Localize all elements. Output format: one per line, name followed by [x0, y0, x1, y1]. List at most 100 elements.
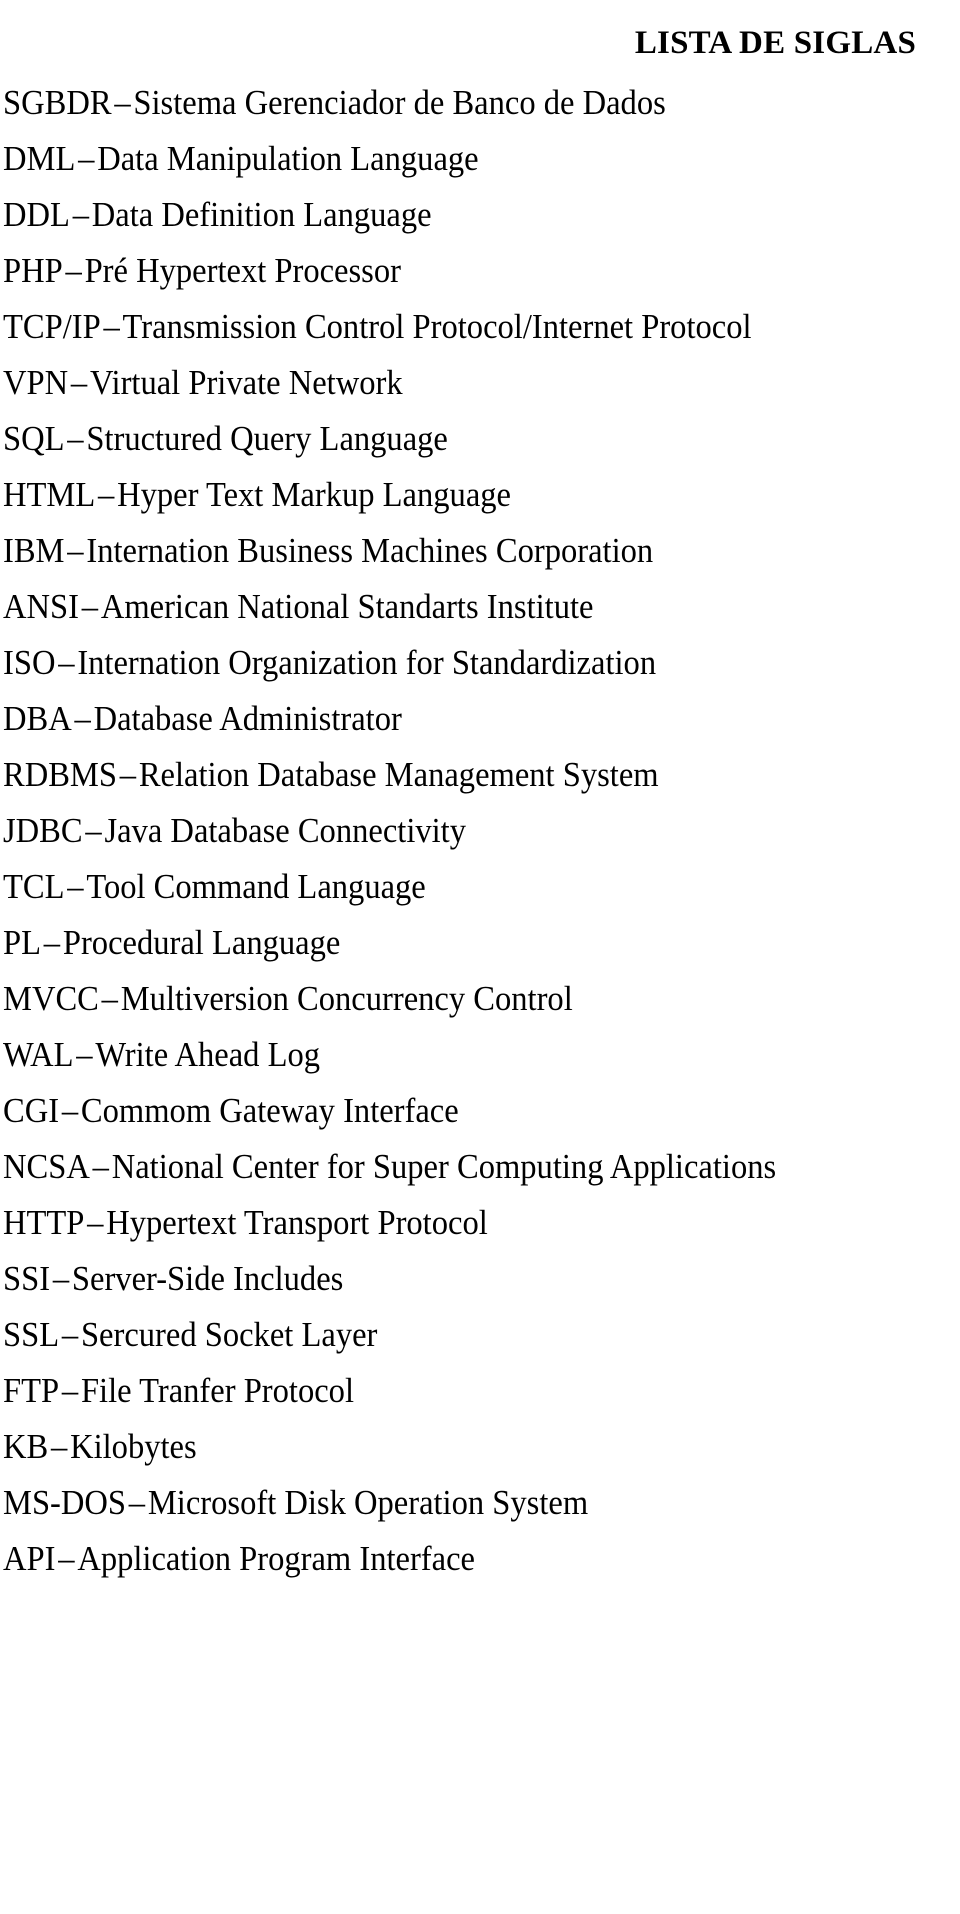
acronym-term: SSL — [3, 1315, 60, 1354]
acronym-term: WAL — [3, 1035, 74, 1074]
acronym-entry: WAL–Write Ahead Log — [3, 1027, 893, 1083]
acronym-term: PL — [3, 923, 41, 962]
acronym-entry: SQL–Structured Query Language — [3, 411, 893, 467]
acronym-separator-dash: – — [76, 1035, 93, 1074]
acronym-separator-dash: – — [58, 643, 75, 682]
acronym-entry: JDBC–Java Database Connectivity — [3, 803, 893, 859]
acronym-entry: HTTP–Hypertext Transport Protocol — [3, 1195, 893, 1251]
acronym-list: SGBDR–Sistema Gerenciador de Banco de Da… — [3, 75, 960, 1587]
acronym-separator-dash: – — [114, 83, 131, 122]
acronym-term: JDBC — [3, 811, 83, 850]
acronym-term: ANSI — [3, 587, 79, 626]
acronym-definition: Write Ahead Log — [95, 1035, 321, 1074]
acronym-separator-dash: – — [43, 923, 61, 962]
acronym-term: DML — [3, 139, 76, 178]
acronym-entry: KB–Kilobytes — [3, 1419, 893, 1475]
acronym-separator-dash: – — [61, 1091, 79, 1130]
acronym-term: FTP — [3, 1371, 60, 1410]
acronym-term: MS-DOS — [3, 1483, 127, 1522]
acronym-separator-dash: – — [67, 419, 84, 458]
acronym-entry: IBM–Internation Business Machines Corpor… — [3, 523, 893, 579]
acronym-separator-dash: – — [67, 867, 84, 906]
acronym-definition: Virtual Private Network — [89, 363, 403, 402]
acronym-entry: MS-DOS–Microsoft Disk Operation System — [3, 1475, 893, 1531]
acronym-definition: Internation Business Machines Corporatio… — [86, 531, 654, 570]
acronym-definition: Procedural Language — [62, 923, 341, 962]
acronym-definition: Data Definition Language — [91, 195, 432, 234]
acronym-definition: Microsoft Disk Operation System — [147, 1483, 589, 1522]
acronym-entry: SSL–Sercured Socket Layer — [3, 1307, 893, 1363]
acronym-term: IBM — [3, 531, 65, 570]
acronym-term: HTTP — [3, 1203, 85, 1242]
acronym-separator-dash: – — [87, 1203, 104, 1242]
acronym-separator-dash: – — [85, 811, 102, 850]
acronym-separator-dash: – — [61, 1371, 79, 1410]
acronym-definition: File Tranfer Protocol — [80, 1371, 355, 1410]
acronym-separator-dash: – — [70, 363, 88, 402]
acronym-term: VPN — [3, 363, 69, 402]
acronym-entry: TCP/IP–Transmission Control Protocol/Int… — [3, 299, 893, 355]
acronym-entry: PHP–Pré Hypertext Processor — [3, 243, 893, 299]
acronym-separator-dash: – — [61, 1315, 79, 1354]
acronym-separator-dash: – — [72, 195, 89, 234]
acronym-entry: VPN–Virtual Private Network — [3, 355, 893, 411]
acronym-term: KB — [3, 1427, 49, 1466]
acronym-definition: Application Program Interface — [77, 1539, 475, 1578]
acronym-definition: Hyper Text Markup Language — [117, 475, 511, 514]
acronym-definition: Internation Organization for Standardiza… — [77, 643, 657, 682]
acronym-definition: Commom Gateway Interface — [80, 1091, 459, 1130]
acronym-definition: Structured Query Language — [86, 419, 448, 458]
acronym-entry: CGI–Commom Gateway Interface — [3, 1083, 893, 1139]
acronym-definition: Relation Database Management System — [138, 755, 659, 794]
acronym-separator-dash: – — [98, 475, 115, 514]
acronym-term: ISO — [3, 643, 56, 682]
acronym-term: SQL — [3, 419, 65, 458]
acronym-definition: Hypertext Transport Protocol — [106, 1203, 488, 1242]
acronym-definition: National Center for Super Computing Appl… — [111, 1147, 777, 1186]
acronym-entry: NCSA–National Center for Super Computing… — [3, 1139, 893, 1195]
acronym-entry: TCL–Tool Command Language — [3, 859, 893, 915]
acronym-separator-dash: – — [74, 699, 91, 738]
acronym-definition: Tool Command Language — [86, 867, 426, 906]
acronym-definition: Database Administrator — [93, 699, 402, 738]
acronym-term: TCP/IP — [3, 307, 101, 346]
acronym-separator-dash: – — [58, 1539, 75, 1578]
acronym-separator-dash: – — [92, 1147, 109, 1186]
acronym-separator-dash: – — [81, 587, 99, 626]
acronym-entry: MVCC–Multiversion Concurrency Control — [3, 971, 893, 1027]
acronym-entry: DML–Data Manipulation Language — [3, 131, 893, 187]
acronym-definition: American National Standarts Institute — [100, 587, 594, 626]
acronym-separator-dash: – — [51, 1427, 68, 1466]
acronym-term: SGBDR — [3, 83, 112, 122]
acronym-entry: HTML–Hyper Text Markup Language — [3, 467, 893, 523]
acronym-term: DDL — [3, 195, 70, 234]
acronym-term: SSI — [3, 1259, 51, 1298]
acronym-term: RDBMS — [3, 755, 117, 794]
acronym-entry: ISO–Internation Organization for Standar… — [3, 635, 893, 691]
acronym-entry: ANSI–American National Standarts Institu… — [3, 579, 893, 635]
acronym-entry: RDBMS–Relation Database Management Syste… — [3, 747, 893, 803]
acronym-definition: Pré Hypertext Processor — [84, 251, 401, 290]
acronym-definition: Transmission Control Protocol/Internet P… — [122, 307, 752, 346]
acronym-term: HTML — [3, 475, 96, 514]
acronym-entry: PL–Procedural Language — [3, 915, 893, 971]
acronym-definition: Data Manipulation Language — [97, 139, 479, 178]
acronym-separator-dash: – — [67, 531, 84, 570]
acronym-separator-dash: – — [52, 1259, 70, 1298]
acronym-separator-dash: – — [65, 251, 82, 290]
acronym-definition: Sistema Gerenciador de Banco de Dados — [133, 83, 666, 122]
acronym-separator-dash: – — [101, 979, 118, 1018]
acronym-term: PHP — [3, 251, 63, 290]
acronym-separator-dash: – — [128, 1483, 146, 1522]
acronym-entry: SSI–Server-Side Includes — [3, 1251, 893, 1307]
acronym-term: TCL — [3, 867, 65, 906]
acronym-entry: FTP–File Tranfer Protocol — [3, 1363, 893, 1419]
acronym-entry: DBA–Database Administrator — [3, 691, 893, 747]
acronym-definition: Kilobytes — [70, 1427, 197, 1466]
document-page: LISTA DE SIGLAS SGBDR–Sistema Gerenciado… — [0, 0, 960, 1914]
acronym-entry: API–Application Program Interface — [3, 1531, 893, 1587]
acronym-definition: Java Database Connectivity — [104, 811, 467, 850]
acronym-entry: DDL–Data Definition Language — [3, 187, 893, 243]
acronym-definition: Sercured Socket Layer — [80, 1315, 378, 1354]
acronym-term: API — [3, 1539, 56, 1578]
